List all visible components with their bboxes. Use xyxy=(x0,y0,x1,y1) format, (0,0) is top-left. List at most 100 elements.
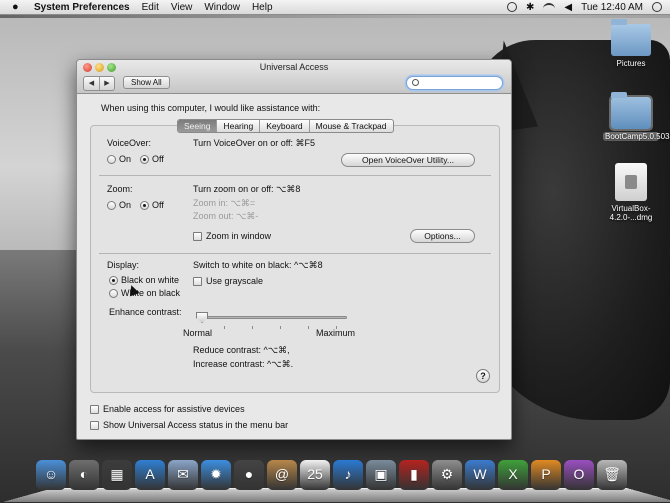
enhance-contrast-label: Enhance contrast: xyxy=(109,307,182,317)
slider-tick xyxy=(252,326,253,329)
seeing-panel: VoiceOver: On Off Turn VoiceOver on or o… xyxy=(90,125,500,393)
contrast-max-label: Maximum xyxy=(316,328,356,338)
dock-item-glyph: ✉ xyxy=(177,466,189,482)
address-book-icon[interactable]: @ xyxy=(267,460,297,490)
dock-item-glyph: A xyxy=(145,466,155,482)
enable-assistive-devices-checkbox[interactable]: Enable access for assistive devices xyxy=(90,404,245,414)
checkbox-label: Use grayscale xyxy=(206,276,264,286)
radio-label: On xyxy=(119,154,132,164)
slider-tick xyxy=(336,326,337,329)
dock-item-glyph: ⚙ xyxy=(440,466,454,482)
volume-icon[interactable]: ◀ xyxy=(564,2,572,13)
dock-item-glyph: O xyxy=(573,466,585,482)
desktop-icon-virtualbox-dmg[interactable]: VirtualBox-4.2.0-...dmg xyxy=(601,163,661,222)
show-all-button[interactable]: Show All xyxy=(123,76,170,89)
desktop-icon-bootcamp[interactable]: BootCamp5.0.5033 xyxy=(601,92,670,141)
enhance-contrast-slider[interactable] xyxy=(196,312,347,323)
safari-icon[interactable]: ✹ xyxy=(201,460,231,490)
menu-help[interactable]: Help xyxy=(252,2,273,13)
wifi-icon[interactable] xyxy=(543,3,556,11)
back-forward-group: ◀ ▶ xyxy=(83,76,115,91)
apple-menu-icon[interactable]: ● xyxy=(12,1,24,13)
finder-icon[interactable]: ☺ xyxy=(36,460,66,490)
universal-access-window: Universal Access ◀ ▶ Show All When using… xyxy=(76,59,512,440)
search-input[interactable] xyxy=(422,78,497,88)
radio-label: On xyxy=(119,200,132,210)
black-on-white-radio[interactable]: Black on white xyxy=(109,275,179,285)
ical-icon[interactable]: 25 xyxy=(300,460,330,490)
increase-contrast-text: Increase contrast: ^⌥⌘. xyxy=(193,359,294,369)
spotlight-icon[interactable] xyxy=(652,2,662,12)
app-store-icon[interactable]: A xyxy=(135,460,165,490)
checkbox-indicator xyxy=(193,276,202,286)
back-button[interactable]: ◀ xyxy=(84,77,99,90)
contrast-min-label: Normal xyxy=(183,328,213,338)
search-field[interactable] xyxy=(406,76,503,90)
voiceover-label: VoiceOver: xyxy=(107,138,152,148)
search-icon xyxy=(412,79,419,86)
tab-hearing[interactable]: Hearing xyxy=(216,120,259,132)
voiceover-shortcut-text: Turn VoiceOver on or off: ⌘F5 xyxy=(193,138,316,148)
mission-control-icon[interactable]: ▦ xyxy=(102,460,132,490)
menu-view[interactable]: View xyxy=(171,2,193,13)
word-icon[interactable]: W xyxy=(465,460,495,490)
dock-item-glyph: ▦ xyxy=(110,466,124,482)
dock-item-glyph: ♪ xyxy=(344,466,352,482)
facetime-icon[interactable]: ● xyxy=(234,460,264,490)
window-titlebar[interactable]: Universal Access ◀ ▶ Show All xyxy=(77,60,511,94)
menu-bar: ● System Preferences Edit View Window He… xyxy=(0,0,670,15)
powerpoint-icon[interactable]: P xyxy=(531,460,561,490)
checkbox-indicator xyxy=(90,404,99,414)
radio-label: Off xyxy=(152,154,164,164)
dock-item-glyph: ▣ xyxy=(374,466,388,482)
zoom-on-radio[interactable]: On xyxy=(107,200,131,210)
slider-tick xyxy=(224,326,225,329)
show-status-menu-checkbox[interactable]: Show Universal Access status in the menu… xyxy=(90,420,288,430)
menu-app-name[interactable]: System Preferences xyxy=(34,2,130,13)
zoom-in-text: Zoom in: ⌥⌘= xyxy=(193,198,256,208)
itunes-icon[interactable]: ♪ xyxy=(333,460,363,490)
open-voiceover-utility-button[interactable]: Open VoiceOver Utility... xyxy=(341,153,475,167)
onenote-icon[interactable]: O xyxy=(564,460,594,490)
dashboard-icon[interactable]: ◐ xyxy=(69,460,99,490)
time-machine-icon[interactable] xyxy=(507,2,518,12)
help-button[interactable]: ? xyxy=(476,369,490,383)
bluetooth-icon[interactable]: ✱ xyxy=(526,2,534,13)
dock-item-glyph: X xyxy=(508,466,518,482)
tab-seeing[interactable]: Seeing xyxy=(178,120,217,132)
voiceover-on-radio[interactable]: On xyxy=(107,154,131,164)
slider-tick xyxy=(308,326,309,329)
system-preferences-icon[interactable]: ⚙ xyxy=(432,460,462,490)
voiceover-off-radio[interactable]: Off xyxy=(140,154,164,164)
disk-image-icon xyxy=(615,163,647,201)
zoom-label: Zoom: xyxy=(107,184,133,194)
dock: ☺ ◐ ▦ A ✉ ✹ ● @25 ♪ ▣ ▮ ⚙ W X P O 🗑 xyxy=(2,458,670,503)
menu-clock[interactable]: Tue 12:40 AM xyxy=(581,2,643,13)
radio-indicator xyxy=(140,200,149,210)
slider-tick xyxy=(280,326,281,329)
desktop-icon-pictures[interactable]: Pictures xyxy=(601,19,661,68)
white-on-black-radio[interactable]: White on black xyxy=(109,288,180,298)
radio-indicator xyxy=(107,154,116,164)
tab-keyboard[interactable]: Keyboard xyxy=(259,120,308,132)
use-grayscale-checkbox[interactable]: Use grayscale xyxy=(193,276,263,286)
dock-item-glyph: ▮ xyxy=(410,466,418,482)
menu-edit[interactable]: Edit xyxy=(142,2,159,13)
mail-icon[interactable]: ✉ xyxy=(168,460,198,490)
photo-booth-icon[interactable]: ▮ xyxy=(399,460,429,490)
menu-window[interactable]: Window xyxy=(204,2,240,13)
zoom-options-button[interactable]: Options... xyxy=(410,229,475,243)
preview-icon[interactable]: ▣ xyxy=(366,460,396,490)
trash-icon[interactable]: 🗑 xyxy=(597,460,627,490)
checkbox-label: Zoom in window xyxy=(206,231,272,241)
zoom-off-radio[interactable]: Off xyxy=(140,200,164,210)
tab-mouse-trackpad[interactable]: Mouse & Trackpad xyxy=(308,120,393,132)
checkbox-indicator xyxy=(90,420,99,430)
radio-indicator xyxy=(107,200,116,210)
zoom-in-window-checkbox[interactable]: Zoom in window xyxy=(193,231,271,241)
radio-label: Black on white xyxy=(121,275,180,285)
forward-button[interactable]: ▶ xyxy=(99,77,114,90)
excel-icon[interactable]: X xyxy=(498,460,528,490)
window-title: Universal Access xyxy=(259,62,329,72)
checkbox-label: Enable access for assistive devices xyxy=(103,404,245,414)
